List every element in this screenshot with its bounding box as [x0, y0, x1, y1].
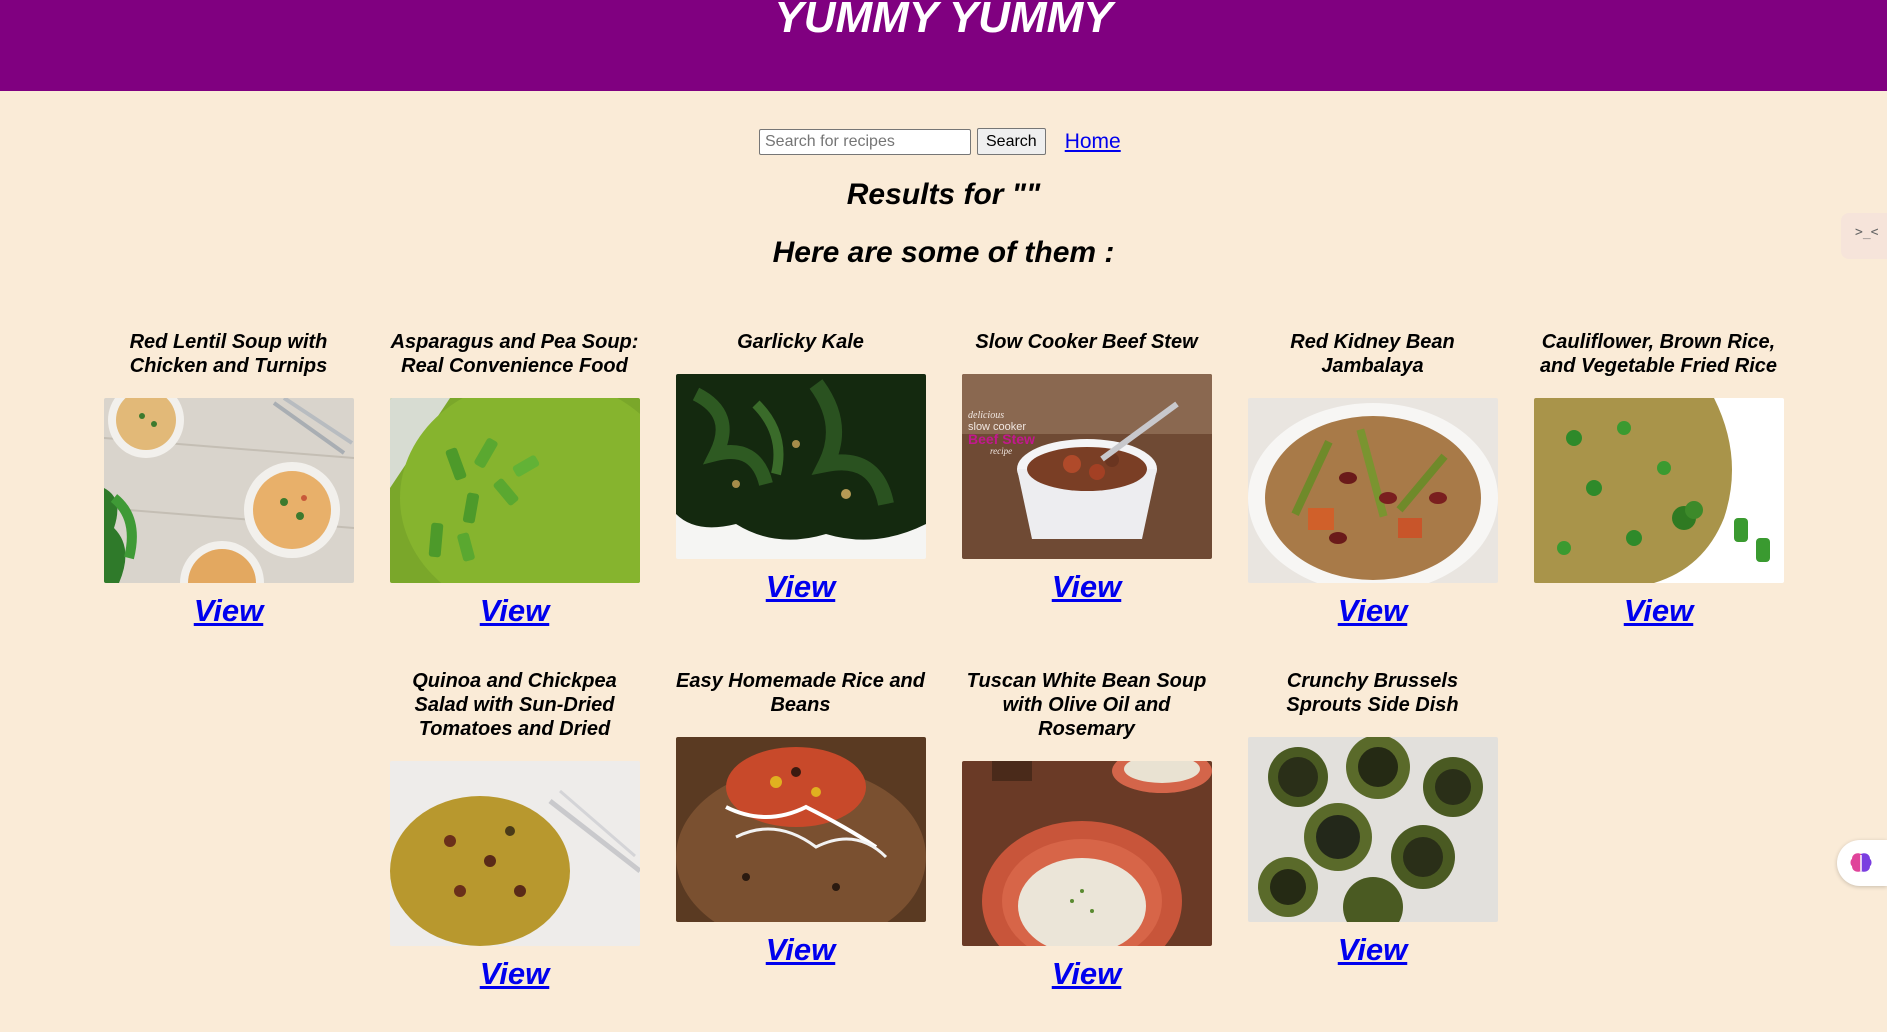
recipe-card: Red Kidney Bean Jambalaya View	[1247, 330, 1498, 629]
site-header: YUMMY YUMMY	[0, 0, 1887, 91]
recipe-title: Cauliflower, Brown Rice, and Vegetable F…	[1539, 331, 1778, 377]
recipe-card: Garlicky Kale View	[675, 330, 926, 629]
results-heading: Results for ""	[846, 178, 1041, 211]
photo-caption: Beef Stew	[968, 431, 1035, 447]
view-link[interactable]: View	[194, 593, 264, 629]
search-input[interactable]	[759, 128, 971, 155]
view-link[interactable]: View	[480, 956, 550, 992]
recipe-image	[389, 398, 640, 583]
view-link[interactable]: View	[1338, 593, 1408, 629]
recipe-image	[675, 374, 926, 559]
view-link[interactable]: View	[766, 932, 836, 968]
extension-tab[interactable]: >_<	[1841, 213, 1887, 259]
recipe-title: Quinoa and Chickpea Salad with Sun-Dried…	[412, 670, 617, 740]
recipe-card: Asparagus and Pea Soup: Real Convenience…	[389, 330, 640, 629]
view-link[interactable]: View	[1624, 593, 1694, 629]
recipe-title: Tuscan White Bean Soup with Olive Oil an…	[966, 670, 1207, 740]
recipe-title: Crunchy Brussels Sprouts Side Dish	[1286, 670, 1459, 716]
view-link[interactable]: View	[1052, 569, 1122, 605]
recipe-card: Slow Cooker Beef Stew delicious slow coo…	[961, 330, 1212, 629]
puzzle-extension-icon: >_<	[1855, 225, 1879, 240]
photo-caption: delicious	[968, 410, 1004, 421]
recipe-card: Cauliflower, Brown Rice, and Vegetable F…	[1533, 330, 1784, 629]
recipe-title: Easy Homemade Rice and Beans	[676, 670, 925, 716]
search-button[interactable]: Search	[977, 128, 1046, 155]
view-link[interactable]: View	[1338, 932, 1408, 968]
recipe-image	[961, 761, 1212, 946]
recipe-title: Red Kidney Bean Jambalaya	[1290, 331, 1455, 377]
site-title: YUMMY YUMMY	[774, 0, 1113, 42]
recipe-card: Tuscan White Bean Soup with Olive Oil an…	[961, 669, 1212, 992]
brain-icon	[1850, 853, 1872, 872]
view-link[interactable]: View	[480, 593, 550, 629]
recipe-card: Easy Homemade Rice and Beans View	[675, 669, 926, 992]
photo-caption: recipe	[990, 446, 1012, 456]
recipe-image: delicious slow cooker Beef Stew recipe	[961, 374, 1212, 559]
recipe-image	[103, 398, 354, 583]
view-link[interactable]: View	[766, 569, 836, 605]
home-link[interactable]: Home	[1065, 130, 1121, 154]
recipe-grid: Red Lentil Soup with Chicken and Turnips	[0, 330, 1887, 1032]
recipe-card: Crunchy Brussels Sprouts Side Dish View	[1247, 669, 1498, 992]
results-subheading: Here are some of them :	[772, 236, 1115, 269]
recipe-image	[1247, 737, 1498, 922]
assistant-button[interactable]	[1837, 840, 1887, 886]
recipe-title: Asparagus and Pea Soup: Real Convenience…	[390, 331, 639, 377]
search-bar: Search Home	[759, 127, 1121, 156]
recipe-title: Red Lentil Soup with Chicken and Turnips	[129, 331, 328, 377]
recipe-card: Quinoa and Chickpea Salad with Sun-Dried…	[389, 669, 640, 992]
recipe-image	[675, 737, 926, 922]
recipe-image	[1247, 398, 1498, 583]
recipe-image	[1533, 398, 1784, 583]
recipe-card: Red Lentil Soup with Chicken and Turnips	[103, 330, 354, 629]
recipe-title: Garlicky Kale	[737, 331, 864, 353]
recipe-image	[389, 761, 640, 946]
view-link[interactable]: View	[1052, 956, 1122, 992]
recipe-title: Slow Cooker Beef Stew	[975, 331, 1198, 353]
